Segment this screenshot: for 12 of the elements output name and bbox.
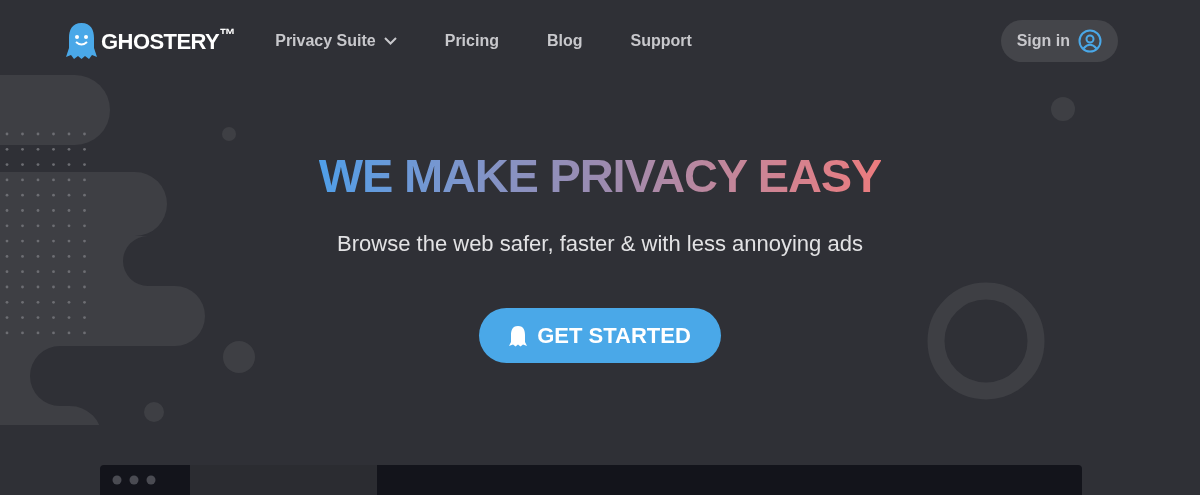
ghost-icon <box>509 324 528 347</box>
chevron-down-icon <box>383 37 397 45</box>
user-icon <box>1078 29 1102 53</box>
window-controls-icon <box>112 475 156 485</box>
nav-link[interactable]: Support <box>630 29 692 53</box>
nav-link[interactable]: Blog <box>546 29 583 53</box>
brand-name[interactable]: GHOSTERY$^{™}$ <box>101 24 236 58</box>
hero-subtitle: Browse the web safer, faster & with less annoying ads <box>337 230 863 258</box>
nav-link[interactable]: Pricing <box>444 29 499 53</box>
sign-in-button[interactable]: Sign in <box>1000 20 1118 62</box>
nav-link[interactable]: Privacy Suite <box>275 29 397 53</box>
ghost-logo-icon[interactable] <box>65 22 98 60</box>
